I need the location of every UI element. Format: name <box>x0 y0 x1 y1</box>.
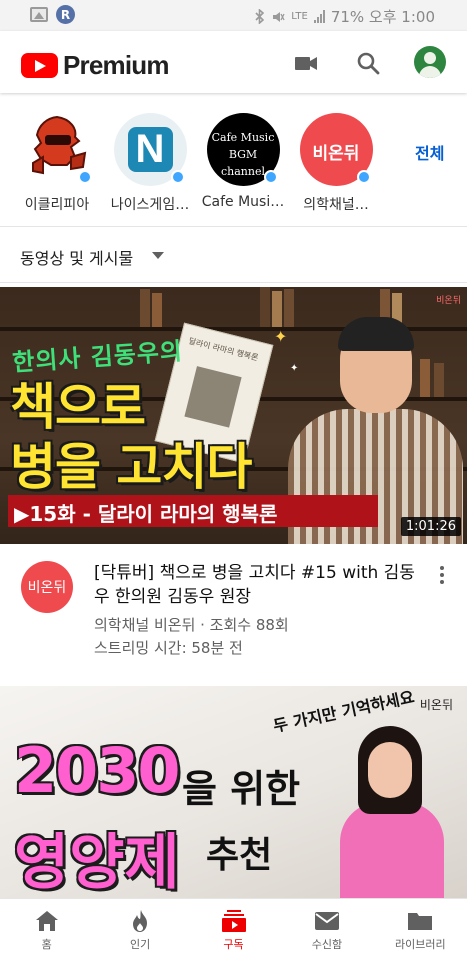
video-channel-views: 의학채널 비온뒤 · 조회수 88회 <box>94 616 289 634</box>
nav-label: 수신함 <box>311 938 343 951</box>
folder-icon <box>408 913 433 930</box>
video-thumbnail[interactable]: 두 가지만 기억하세요 비온뒤 2030 을 위한 영양제 추천 <box>0 686 467 898</box>
channel-avatar: 비온뒤 <box>299 113 373 186</box>
new-content-dot <box>77 170 92 184</box>
channel-item-eclipia[interactable]: 이클리피아 <box>12 113 102 214</box>
channel-name: Cafe Musi… <box>201 194 285 210</box>
thumbnail-mid-text-1: 을 위한 <box>182 767 301 811</box>
youtube-play-icon <box>21 53 58 78</box>
thumbnail-mid-text-2: 추천 <box>206 835 273 876</box>
nav-subscriptions[interactable]: 구독 <box>187 899 280 960</box>
nav-inbox[interactable]: 수신함 <box>280 899 373 960</box>
content-filter-dropdown[interactable]: 동영상 및 게시물 <box>0 227 467 283</box>
channel-logo-text: 비온뒤 <box>312 144 360 164</box>
new-content-dot <box>356 170 371 184</box>
channel-name: 이클리피아 <box>24 197 90 213</box>
subscriptions-channel-row: 이클리피아 N 나이스게임… Cafe Music BGM channel Ca… <box>0 93 467 227</box>
channel-avatar: Cafe Music BGM channel <box>206 113 280 186</box>
search-icon[interactable] <box>354 49 382 77</box>
channel-item-bionduy[interactable]: 비온뒤 의학채널… <box>291 113 381 214</box>
status-bar: R LTE 71% 오후 1:00 <box>0 0 467 31</box>
account-avatar[interactable] <box>414 46 446 78</box>
signal-icon <box>313 10 325 23</box>
filter-label: 동영상 및 게시물 <box>20 249 134 268</box>
all-channels-link[interactable]: 전체 <box>415 140 444 164</box>
channel-name: 의학채널… <box>303 197 369 213</box>
app-bar: Premium <box>0 31 467 93</box>
channel-watermark: 비온뒤 <box>436 296 461 306</box>
camera-icon[interactable] <box>292 49 320 77</box>
channel-name: 나이스게임… <box>110 197 190 213</box>
thumbnail-big-text-2: 영양제 <box>14 828 180 898</box>
mail-icon <box>314 912 339 930</box>
subscriptions-icon <box>221 910 246 932</box>
dropdown-caret-icon <box>152 252 164 259</box>
video-duration-badge: 1:01:26 <box>400 517 461 536</box>
channel-avatar <box>20 113 94 186</box>
gallery-icon <box>30 7 48 22</box>
channel-avatar: N <box>113 113 187 186</box>
fire-icon <box>133 910 148 932</box>
video-stream-time: 스트리밍 시간: 58분 전 <box>94 639 243 657</box>
video-thumbnail[interactable]: 달라이 라마의 행복론 ✦ ✦ 한의사 김동우의 책으로 병을 고치다 ▶15화… <box>0 287 467 544</box>
nav-library[interactable]: 라이브러리 <box>374 899 467 960</box>
youtube-premium-logo[interactable]: Premium <box>21 50 169 81</box>
thumbnail-title-line2: 병을 고치다 <box>10 438 252 496</box>
channel-item-cafe-music[interactable]: Cafe Music BGM channel Cafe Musi… <box>198 113 288 210</box>
nav-home[interactable]: 홈 <box>0 899 93 960</box>
presenter-image <box>332 726 452 898</box>
channel-logo-letter: N <box>127 127 173 172</box>
nav-trending[interactable]: 인기 <box>93 899 186 960</box>
video-title[interactable]: [닥튜버] 책으로 병을 고치다 #15 with 김동우 한의원 김동우 원장 <box>94 561 430 609</box>
mute-icon <box>273 11 285 22</box>
channel-watermark: 비온뒤 <box>419 698 453 712</box>
network-type: LTE <box>291 11 308 22</box>
video-meta: 비온뒤 [닥튜버] 책으로 병을 고치다 #15 with 김동우 한의원 김동… <box>0 544 467 686</box>
new-content-dot <box>263 170 278 184</box>
battery-and-time: 71% 오후 1:00 <box>330 8 435 26</box>
nav-label: 인기 <box>129 938 151 951</box>
app-root: R LTE 71% 오후 1:00 Premium 이클리피아 N 나이스게임…… <box>0 0 467 960</box>
bottom-navigation: 홈 인기 구독 수신함 라이브러리 <box>0 898 467 960</box>
thumbnail-big-text-1: 2030 <box>14 734 181 807</box>
channel-avatar[interactable]: 비온뒤 <box>21 561 73 613</box>
logo-text: Premium <box>63 50 169 80</box>
nav-label: 구독 <box>223 938 244 951</box>
channel-item-nicegame[interactable]: N 나이스게임… <box>105 113 195 214</box>
sparkle-icon: ✦ <box>274 327 288 346</box>
nav-label: 홈 <box>41 938 52 951</box>
new-content-dot <box>170 170 185 184</box>
home-icon <box>35 911 58 931</box>
r-app-icon: R <box>56 5 75 24</box>
bluetooth-icon <box>255 9 265 24</box>
more-options-icon[interactable] <box>436 566 448 588</box>
thumbnail-episode-banner: ▶15화 - 달라이 라마의 행복론 <box>8 495 378 527</box>
nav-label: 라이브러리 <box>395 938 446 951</box>
